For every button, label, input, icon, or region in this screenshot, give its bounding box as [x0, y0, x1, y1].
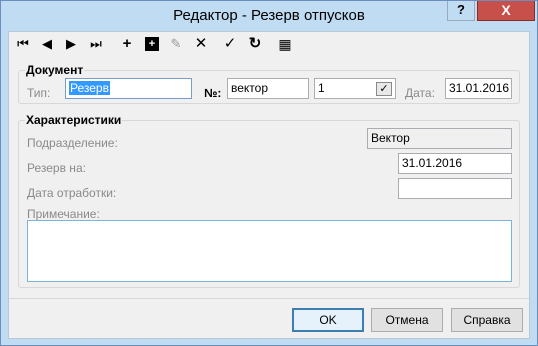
type-field[interactable]: Резерв — [65, 78, 192, 99]
type-label: Тип: — [27, 86, 51, 100]
ok-button[interactable]: OK — [292, 308, 364, 332]
prev-record-icon[interactable]: ◀ — [37, 35, 57, 53]
division-field[interactable]: Вектор — [367, 128, 512, 149]
reserve-date-field[interactable]: 31.01.2016 — [398, 153, 512, 174]
next-record-icon[interactable]: ▶ — [61, 35, 81, 53]
characteristics-group-title: Характеристики — [25, 113, 123, 127]
help-button[interactable]: Справка — [451, 308, 523, 332]
delete-record-icon[interactable]: ✕ — [191, 35, 211, 53]
date-label: Дата: — [405, 86, 435, 100]
title-bar[interactable]: Редактор - Резерв отпусков ? X — [1, 1, 537, 31]
number-field[interactable]: вектор — [227, 78, 309, 99]
edit-record-icon[interactable]: ✎ — [166, 35, 186, 53]
table-view-icon[interactable]: ▦ — [275, 35, 295, 53]
apply-icon[interactable]: ✓ — [220, 35, 240, 53]
date-field[interactable]: 31.01.2016 — [445, 78, 512, 99]
workoff-label: Дата отработки: — [27, 186, 117, 200]
add-copy-icon[interactable]: + — [142, 35, 162, 53]
refresh-icon[interactable]: ↻ — [245, 35, 265, 53]
count-checkbox[interactable]: ✓ — [376, 82, 392, 96]
add-record-icon[interactable]: + — [117, 35, 137, 53]
note-label: Примечание: — [27, 207, 100, 221]
document-group-title: Документ — [25, 63, 85, 77]
reserve-label: Резерв на: — [27, 161, 86, 175]
last-record-icon[interactable]: ⏭ — [86, 35, 106, 53]
editor-window: Редактор - Резерв отпусков ? X ⏮ ◀ ▶ ⏭ +… — [0, 0, 538, 346]
help-title-button[interactable]: ? — [447, 1, 475, 21]
number-label: №: — [204, 86, 222, 100]
type-value: Резерв — [69, 81, 110, 95]
cancel-button[interactable]: Отмена — [371, 308, 443, 332]
note-textarea[interactable] — [27, 220, 512, 282]
division-label: Подразделение: — [27, 136, 118, 150]
bottom-separator — [9, 298, 529, 299]
workoff-date-field[interactable] — [398, 178, 512, 199]
toolbar: ⏮ ◀ ▶ ⏭ + + ✎ ✕ ✓ ↻ ▦ — [9, 32, 529, 56]
close-button[interactable]: X — [477, 1, 535, 21]
first-record-icon[interactable]: ⏮ — [13, 35, 33, 53]
add-copy-icon-glyph: + — [145, 37, 159, 51]
dialog-body: ⏮ ◀ ▶ ⏭ + + ✎ ✕ ✓ ↻ ▦ Документ Тип: Резе… — [8, 31, 530, 339]
count-value: 1 — [318, 81, 325, 95]
